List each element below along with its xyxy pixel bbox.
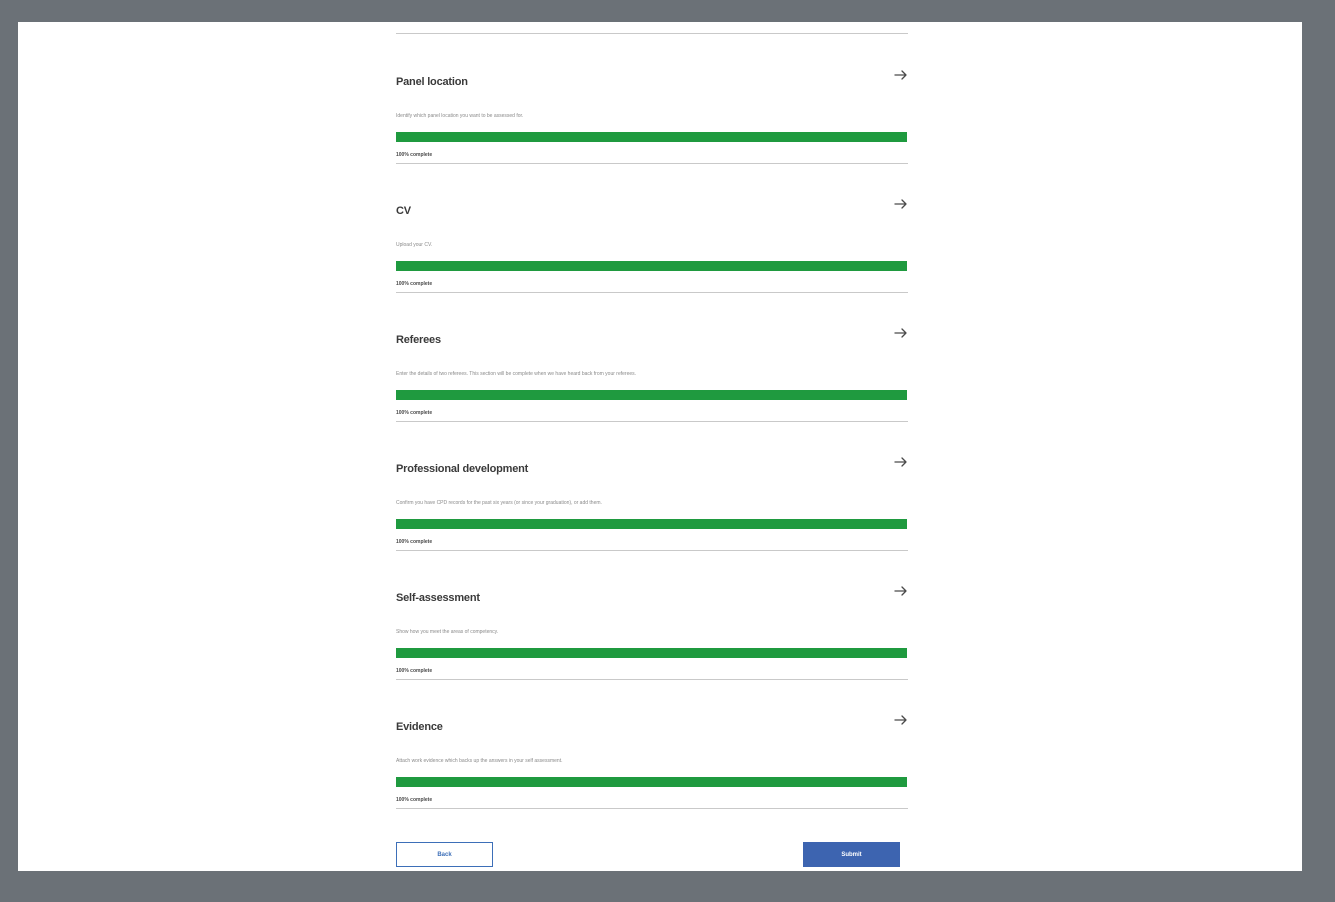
- progress-bar: [396, 648, 907, 658]
- progress-bar-fill: [396, 777, 907, 787]
- progress-bar-fill: [396, 390, 907, 400]
- section-professional-development: Professional development Confirm you hav…: [396, 421, 909, 551]
- arrow-right-icon[interactable]: [893, 454, 909, 470]
- section-description: Enter the details of two referees. This …: [396, 371, 637, 377]
- progress-bar: [396, 390, 907, 400]
- arrow-right-icon[interactable]: [893, 712, 909, 728]
- section-description: Attach work evidence which backs up the …: [396, 758, 563, 764]
- progress-label: 100% complete: [396, 797, 433, 803]
- progress-bar-fill: [396, 261, 907, 271]
- arrow-right-icon[interactable]: [893, 67, 909, 83]
- section-divider: [396, 808, 908, 809]
- section-cv: CV Upload your CV. 100% complete: [396, 163, 909, 293]
- section-title: Professional development: [396, 463, 529, 475]
- progress-label: 100% complete: [396, 668, 433, 674]
- progress-label: 100% complete: [396, 539, 433, 545]
- application-page: Panel location Identify which panel loca…: [18, 22, 1302, 871]
- section-description: Confirm you have CPD records for the pas…: [396, 500, 602, 506]
- back-button[interactable]: Back: [396, 842, 493, 867]
- section-description: Identify which panel location you want t…: [396, 113, 524, 119]
- progress-label: 100% complete: [396, 410, 433, 416]
- section-title: Panel location: [396, 76, 468, 88]
- arrow-right-icon[interactable]: [893, 196, 909, 212]
- section-title: Evidence: [396, 721, 443, 733]
- progress-bar: [396, 261, 907, 271]
- section-description: Show how you meet the areas of competenc…: [396, 629, 499, 635]
- section-self-assessment: Self-assessment Show how you meet the ar…: [396, 550, 909, 680]
- section-referees: Referees Enter the details of two refere…: [396, 292, 909, 422]
- section-title: Self-assessment: [396, 592, 480, 604]
- progress-bar: [396, 132, 907, 142]
- section-panel-location: Panel location Identify which panel loca…: [396, 34, 909, 164]
- submit-button[interactable]: Submit: [803, 842, 900, 867]
- arrow-right-icon[interactable]: [893, 583, 909, 599]
- progress-label: 100% complete: [396, 152, 433, 158]
- progress-bar-fill: [396, 519, 907, 529]
- progress-bar: [396, 519, 907, 529]
- section-description: Upload your CV.: [396, 242, 433, 248]
- progress-bar-fill: [396, 132, 907, 142]
- progress-label: 100% complete: [396, 281, 433, 287]
- section-title: Referees: [396, 334, 441, 346]
- section-title: CV: [396, 205, 411, 217]
- progress-bar-fill: [396, 648, 907, 658]
- section-evidence: Evidence Attach work evidence which back…: [396, 679, 909, 809]
- arrow-right-icon[interactable]: [893, 325, 909, 341]
- progress-bar: [396, 777, 907, 787]
